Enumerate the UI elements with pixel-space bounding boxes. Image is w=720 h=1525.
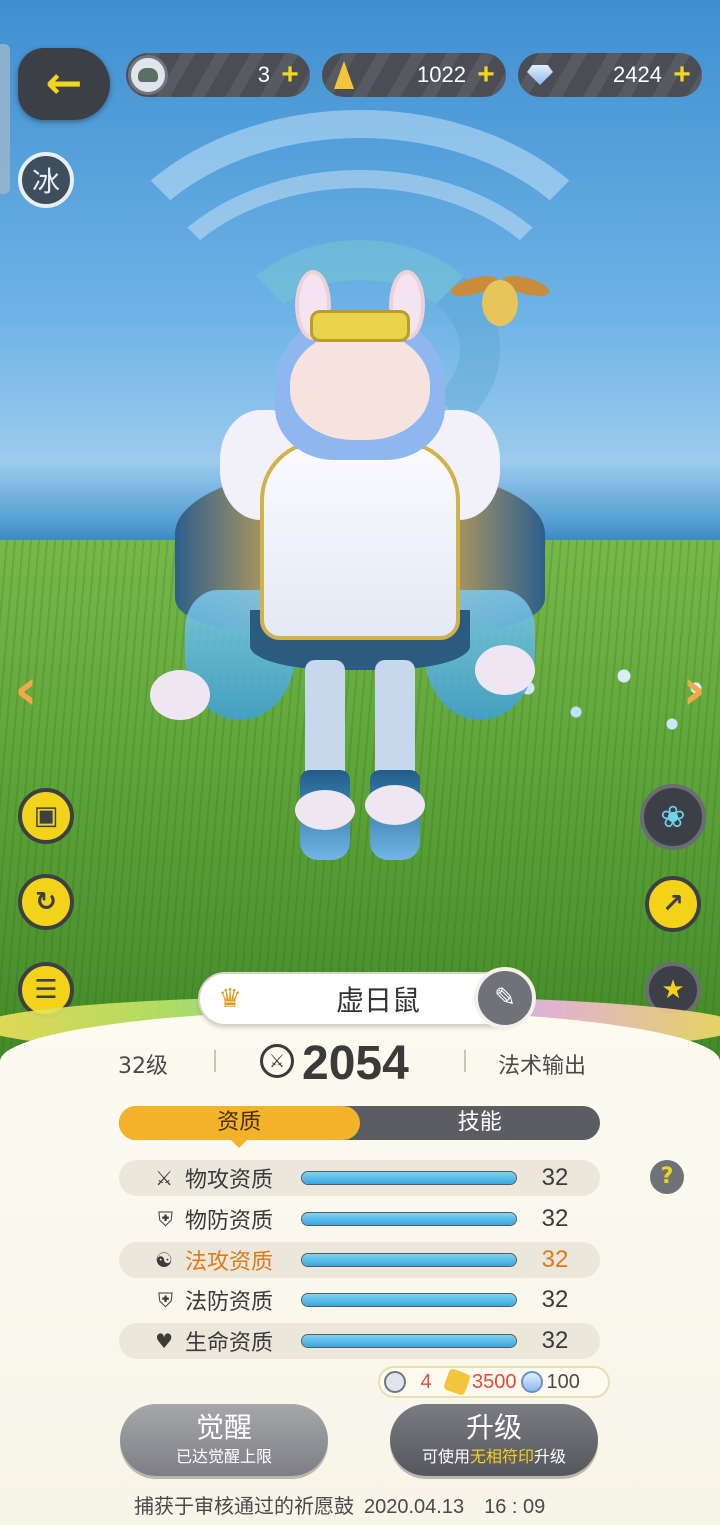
shield-icon: ⛨	[158, 1207, 173, 1231]
stat-label: 法攻资质	[185, 1250, 274, 1275]
divider	[464, 1050, 466, 1072]
stat-bar	[301, 1253, 517, 1267]
pet-switch-button[interactable]: ❀	[640, 784, 706, 850]
stat-value: 32	[541, 1327, 569, 1354]
shield-icon: ⛨	[158, 1288, 173, 1312]
add-crystal-button[interactable]: +	[472, 60, 500, 90]
crown-icon: ♛	[218, 984, 242, 1014]
cost-token: 4	[420, 1370, 432, 1393]
pet-level: 32级	[118, 1054, 168, 1079]
share-icon: ↗	[662, 889, 684, 919]
stat-row: ♥ 生命资质 32	[119, 1323, 600, 1359]
stat-label: 物防资质	[185, 1209, 274, 1234]
tab-aptitude[interactable]: 资质	[119, 1106, 360, 1148]
avatar-token-icon	[384, 1371, 406, 1393]
cost-crystal: 3500	[472, 1370, 517, 1393]
element-badge[interactable]: 冰	[18, 152, 74, 208]
pet-character-model[interactable]	[150, 270, 545, 880]
upgrade-cost: 4 3500 100	[378, 1366, 610, 1398]
awaken-subtitle: 已达觉醒上限	[175, 1447, 272, 1466]
divider	[214, 1050, 216, 1072]
share-button[interactable]: ↗	[645, 876, 701, 932]
swords-icon: ⚔	[155, 1166, 173, 1190]
stat-row: ⛨ 法防资质 32	[119, 1282, 600, 1318]
pencil-icon: ✎	[494, 983, 516, 1013]
upgrade-button[interactable]: 升级 可使用无相符印升级	[390, 1404, 598, 1476]
resource-value: 3	[257, 62, 270, 87]
heart-icon: ♥	[155, 1329, 173, 1353]
resource-diamond: 2424 +	[518, 53, 702, 97]
resource-token: 3 +	[126, 53, 310, 97]
stat-label: 物攻资质	[185, 1168, 274, 1193]
pet-role: 法术输出	[498, 1054, 587, 1079]
stat-label: 生命资质	[185, 1331, 274, 1356]
stat-row: ⛨ 物防资质 32	[119, 1201, 600, 1237]
tab-skills[interactable]: 技能	[360, 1106, 601, 1140]
stat-row: ⚔ 物攻资质 32	[119, 1160, 600, 1196]
list-icon: ☰	[34, 975, 58, 1005]
combat-power-icon: ⚔	[260, 1044, 294, 1078]
diamond-icon	[520, 1371, 543, 1393]
diamond-icon	[520, 55, 560, 95]
rename-button[interactable]: ✎	[474, 967, 536, 1029]
pet-summary-row: 32级 ⚔ 2054 法术输出	[0, 1036, 720, 1090]
outfit-button[interactable]: ▣	[18, 788, 74, 844]
upgrade-title: 升级	[465, 1411, 522, 1444]
stat-bar	[301, 1293, 517, 1307]
add-diamond-button[interactable]: +	[668, 60, 696, 90]
upgrade-subtitle: 可使用无相符印升级	[421, 1447, 567, 1466]
swirl-icon: ☯	[155, 1248, 173, 1272]
add-token-button[interactable]: +	[276, 60, 304, 90]
stat-value: 32	[541, 1164, 569, 1191]
stat-value: 32	[541, 1286, 569, 1313]
capture-text: 捕获于审核通过的祈愿鼓	[134, 1494, 354, 1518]
stat-row-highlighted: ☯ 法攻资质 32	[119, 1242, 600, 1278]
crystal-icon	[442, 1367, 472, 1397]
shirt-icon: ▣	[33, 801, 59, 831]
cost-diamond: 100	[546, 1370, 580, 1393]
combat-power: 2054	[302, 1037, 409, 1090]
capture-info: 捕获于审核通过的祈愿鼓 2020.04.13 16 : 09	[134, 1490, 545, 1519]
resource-value: 1022	[417, 62, 466, 87]
stat-bar	[301, 1334, 517, 1348]
stat-label: 法防资质	[185, 1290, 274, 1315]
avatar-token-icon	[128, 55, 168, 95]
resource-value: 2424	[613, 62, 662, 87]
awaken-title: 觉醒	[195, 1411, 252, 1444]
reset-button[interactable]: ↻	[18, 874, 74, 930]
stat-value: 32	[541, 1246, 569, 1273]
stat-bar	[301, 1212, 517, 1226]
refresh-icon: ↻	[35, 887, 57, 917]
help-button[interactable]: ?	[650, 1160, 684, 1194]
stat-bar	[301, 1171, 517, 1185]
arrow-left-icon: ←	[45, 58, 83, 109]
stat-value: 32	[541, 1205, 569, 1232]
crystal-icon	[324, 55, 364, 95]
pet-icon: ❀	[660, 799, 686, 835]
awaken-button[interactable]: 觉醒 已达觉醒上限	[120, 1404, 328, 1476]
star-icon: ★	[661, 975, 685, 1005]
side-drawer-handle[interactable]	[0, 44, 10, 194]
game-scene-background	[0, 0, 720, 1100]
capture-date: 2020.04.13 16 : 09	[364, 1496, 546, 1518]
next-pet-button[interactable]: ›	[682, 660, 706, 718]
detail-tabs: 资质 技能	[119, 1106, 601, 1148]
previous-pet-button[interactable]: ‹	[14, 660, 38, 718]
resource-crystal: 1022 +	[322, 53, 506, 97]
back-button[interactable]: ←	[18, 48, 110, 120]
